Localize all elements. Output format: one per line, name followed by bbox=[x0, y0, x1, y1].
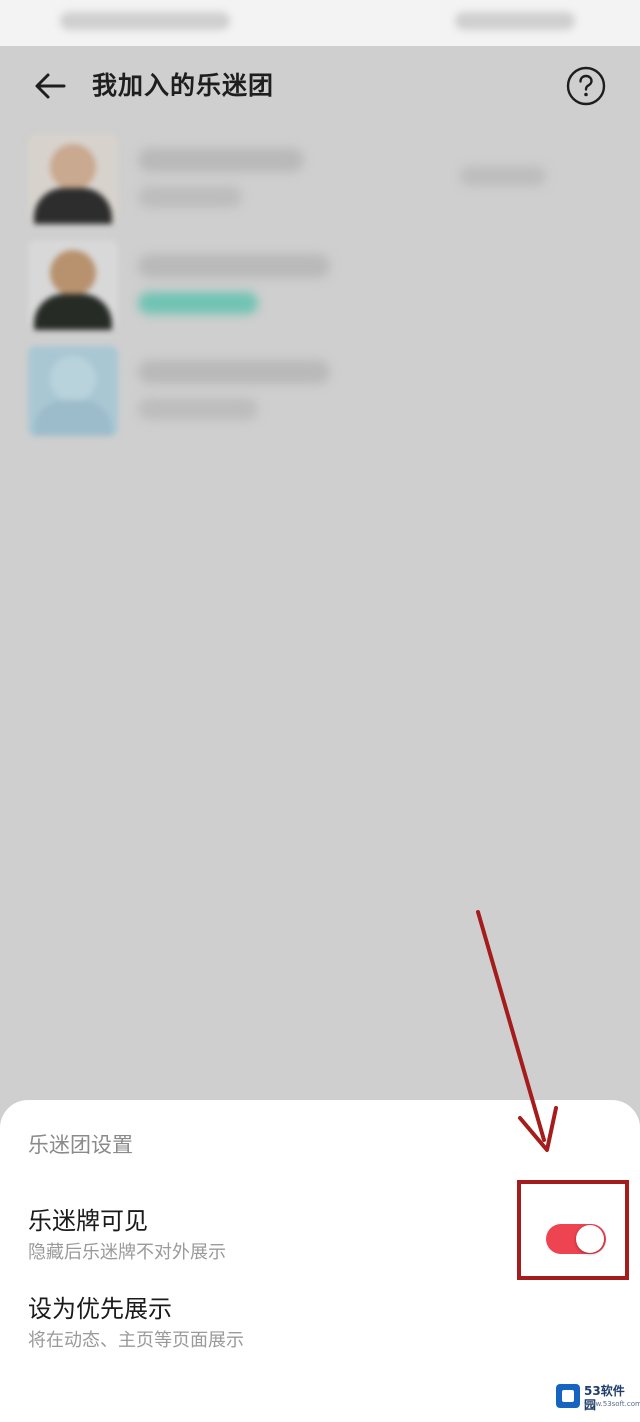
joined-fan-groups-list bbox=[0, 126, 640, 444]
annotation-highlight-box bbox=[517, 1180, 629, 1280]
item-name-blurred bbox=[138, 360, 330, 384]
screen: 我加入的乐迷团 乐迷团设置 乐迷牌可见 隐藏后乐迷牌不对外展示 设为优先展示 将… bbox=[0, 0, 640, 1422]
status-bar bbox=[0, 0, 640, 46]
item-subtitle-blurred bbox=[138, 186, 242, 208]
setting-label: 设为优先展示 bbox=[28, 1295, 172, 1323]
sheet-title: 乐迷团设置 bbox=[28, 1133, 133, 1157]
avatar bbox=[28, 240, 118, 330]
setting-description: 将在动态、主页等页面展示 bbox=[28, 1330, 244, 1351]
watermark-logo: 53软件园 www.53soft.com bbox=[556, 1380, 640, 1414]
item-subtitle-blurred bbox=[138, 398, 258, 420]
arrow-left-icon[interactable] bbox=[30, 66, 70, 106]
watermark-logo-icon bbox=[556, 1384, 580, 1408]
item-name-blurred bbox=[138, 148, 304, 172]
header: 我加入的乐迷团 bbox=[0, 46, 640, 126]
list-item[interactable] bbox=[0, 338, 640, 444]
item-badge-blurred bbox=[138, 292, 258, 314]
avatar bbox=[28, 134, 118, 224]
status-bar-right-blurred bbox=[455, 12, 575, 30]
avatar bbox=[28, 346, 118, 436]
status-bar-left-blurred bbox=[60, 12, 230, 30]
question-circle-icon[interactable] bbox=[566, 66, 606, 106]
item-meta-blurred bbox=[460, 166, 546, 186]
list-item[interactable] bbox=[0, 232, 640, 338]
item-name-blurred bbox=[138, 254, 330, 278]
watermark-url: www.53soft.com bbox=[584, 1400, 640, 1408]
setting-priority-display[interactable]: 设为优先展示 将在动态、主页等页面展示 bbox=[28, 1292, 608, 1354]
page-title: 我加入的乐迷团 bbox=[92, 71, 275, 100]
list-item[interactable] bbox=[0, 126, 640, 232]
